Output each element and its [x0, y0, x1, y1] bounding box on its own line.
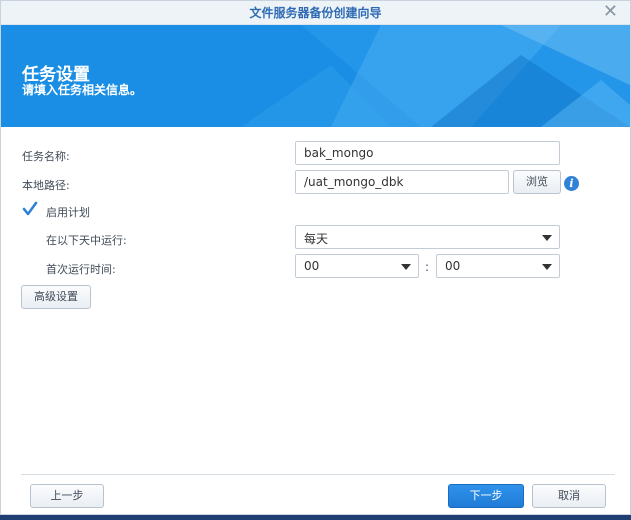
wizard-dialog: 文件服务器备份创建向导 ✕ 任务设置 请填入任务相关信息。 任务名称: bak_… [0, 0, 631, 515]
window-title: 文件服务器备份创建向导 [249, 6, 382, 20]
taskbar-strip [0, 515, 631, 520]
time-separator: : [425, 260, 430, 274]
local-path-label: 本地路径: [22, 179, 70, 192]
hour-select[interactable]: 00 [295, 254, 419, 278]
title-bar: 文件服务器备份创建向导 ✕ [1, 1, 630, 25]
run-on-value: 每天 [304, 232, 329, 246]
prev-button[interactable]: 上一步 [30, 484, 104, 508]
cancel-button[interactable]: 取消 [532, 484, 606, 508]
run-on-label: 在以下天中运行: [46, 234, 127, 247]
run-on-select[interactable]: 每天 [295, 225, 560, 249]
close-icon[interactable]: ✕ [603, 2, 618, 22]
local-path-input[interactable]: /uat_mongo_dbk [295, 170, 509, 194]
chevron-down-icon [401, 264, 411, 270]
advanced-settings-button[interactable]: 高级设置 [21, 285, 91, 309]
info-icon[interactable]: i [564, 176, 579, 191]
browse-button[interactable]: 浏览 [513, 170, 561, 194]
enable-schedule-checkbox[interactable] [22, 201, 38, 217]
header-banner: 任务设置 请填入任务相关信息。 [1, 25, 630, 127]
minute-select[interactable]: 00 [436, 254, 560, 278]
chevron-down-icon [542, 264, 552, 270]
banner-decoration [241, 25, 630, 127]
banner-subtitle: 请填入任务相关信息。 [22, 83, 143, 97]
minute-value: 00 [445, 259, 461, 273]
footer-divider [21, 474, 615, 475]
task-name-label: 任务名称: [22, 150, 70, 163]
hour-value: 00 [304, 259, 320, 273]
chevron-down-icon [542, 235, 552, 241]
task-name-input[interactable]: bak_mongo [295, 141, 560, 165]
first-run-label: 首次运行时间: [46, 263, 116, 276]
next-button[interactable]: 下一步 [448, 484, 524, 508]
enable-schedule-label[interactable]: 启用计划 [46, 204, 90, 220]
